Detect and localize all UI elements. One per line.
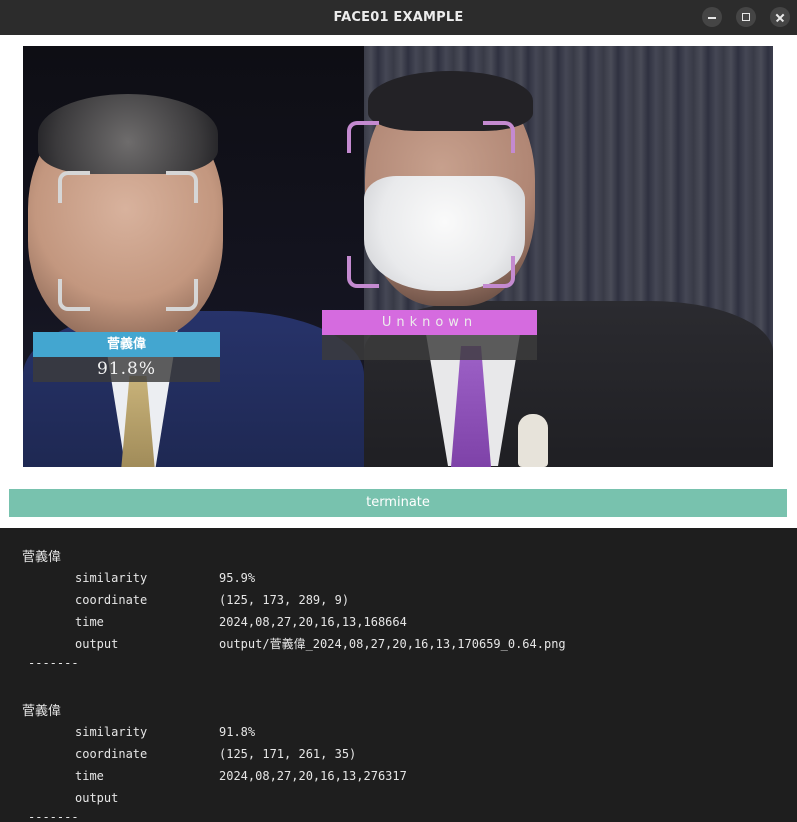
log-value: 2024,08,27,20,16,13,276317 xyxy=(219,769,407,783)
corner-bracket xyxy=(166,171,198,203)
log-value: 95.9% xyxy=(219,571,256,585)
log-entry-name: 菅義偉 xyxy=(22,550,62,565)
face-name-label: 菅義偉 xyxy=(33,332,220,357)
close-icon[interactable] xyxy=(770,7,790,27)
person-hair xyxy=(38,94,218,174)
main-panel: 菅義偉 91.8% Unknown terminate xyxy=(0,35,797,528)
title-bar: FACE01 EXAMPLE xyxy=(0,0,797,35)
terminate-button[interactable]: terminate xyxy=(9,489,787,517)
corner-bracket xyxy=(58,279,90,311)
log-key: time xyxy=(75,615,104,629)
corner-bracket xyxy=(58,171,90,203)
corner-bracket xyxy=(347,121,379,153)
log-separator: ------- xyxy=(28,810,79,822)
log-value: 2024,08,27,20,16,13,168664 xyxy=(219,615,407,629)
log-key: output xyxy=(75,791,119,805)
window-title: FACE01 EXAMPLE xyxy=(333,10,464,25)
log-value: 91.8% xyxy=(219,725,256,739)
corner-bracket xyxy=(347,256,379,288)
microphone xyxy=(518,414,548,467)
log-key: coordinate xyxy=(75,747,148,761)
log-value: (125, 171, 261, 35) xyxy=(219,747,357,761)
corner-bracket xyxy=(483,121,515,153)
face-similarity-label: 91.8% xyxy=(33,357,220,382)
log-key: output xyxy=(75,637,119,651)
log-value: output/菅義偉_2024,08,27,20,16,13,170659_0.… xyxy=(219,637,566,651)
log-key: similarity xyxy=(75,571,148,585)
video-frame: 菅義偉 91.8% Unknown xyxy=(23,46,773,467)
log-key: coordinate xyxy=(75,593,148,607)
maximize-icon[interactable] xyxy=(736,7,756,27)
log-separator: ------- xyxy=(28,656,79,670)
console-output: 菅義偉 similarity 95.9% coordinate (125, 17… xyxy=(0,528,797,822)
face-name-label: Unknown xyxy=(322,310,537,335)
minimize-icon[interactable] xyxy=(702,7,722,27)
face-similarity-label xyxy=(322,335,537,360)
log-value: (125, 173, 289, 9) xyxy=(219,593,350,607)
log-key: similarity xyxy=(75,725,148,739)
corner-bracket xyxy=(166,279,198,311)
log-entry-name: 菅義偉 xyxy=(22,704,62,719)
log-key: time xyxy=(75,769,104,783)
corner-bracket xyxy=(483,256,515,288)
